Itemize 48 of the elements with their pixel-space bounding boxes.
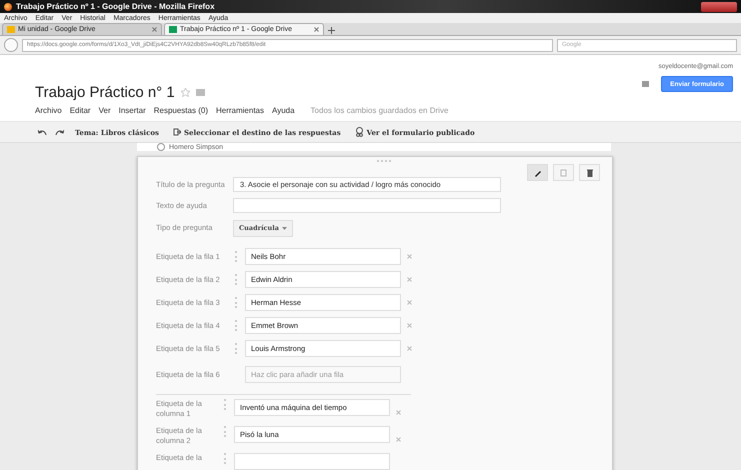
undo-icon[interactable]: [38, 129, 47, 135]
close-icon[interactable]: [314, 27, 319, 32]
drag-handle[interactable]: [224, 426, 228, 437]
drag-handle[interactable]: [235, 343, 239, 354]
drag-handle[interactable]: [235, 297, 239, 308]
export-icon: [172, 128, 181, 136]
menu-item[interactable]: Insertar: [118, 106, 146, 115]
window-controls[interactable]: [701, 2, 737, 12]
star-icon[interactable]: [180, 88, 190, 97]
trash-icon: [586, 168, 592, 176]
radio-button[interactable]: [157, 143, 165, 151]
drag-handle[interactable]: [235, 251, 239, 262]
close-icon[interactable]: [152, 27, 157, 32]
redo-icon[interactable]: [55, 129, 64, 135]
menu-item[interactable]: Herramientas: [216, 106, 264, 115]
drive-icon: [169, 26, 177, 33]
close-icon[interactable]: [407, 346, 412, 351]
drag-handle[interactable]: [224, 399, 228, 410]
menu-item[interactable]: Ayuda: [272, 106, 295, 115]
edit-button[interactable]: [527, 164, 548, 181]
duplicate-button[interactable]: [553, 164, 574, 181]
drag-handle[interactable]: [235, 274, 239, 285]
text-field[interactable]: [233, 198, 501, 213]
back-button[interactable]: [4, 38, 18, 52]
menu-item[interactable]: Ver: [98, 106, 111, 115]
menu-item[interactable]: Respuestas (0): [154, 106, 208, 115]
close-icon[interactable]: [407, 300, 412, 305]
drag-handle[interactable]: [224, 453, 228, 464]
close-icon[interactable]: [407, 323, 412, 328]
new-tab-button[interactable]: [326, 25, 337, 35]
save-status: Todos los cambios guardados en Drive: [310, 106, 448, 115]
copy-icon: [560, 168, 567, 176]
text-field[interactable]: [234, 453, 390, 470]
drag-handle[interactable]: [235, 320, 239, 331]
caret-icon: [282, 226, 287, 230]
preview-icon: [354, 127, 364, 137]
document-title[interactable]: Trabajo Práctico n° 1: [35, 84, 175, 101]
menu-item[interactable]: Archivo: [35, 106, 62, 115]
close-icon[interactable]: [396, 410, 401, 415]
pencil-icon: [534, 168, 542, 176]
close-icon[interactable]: [407, 254, 412, 259]
menu-item[interactable]: Editar: [70, 106, 91, 115]
window-title: Trabajo Práctico nº 1 - Google Drive - Mozilla Firefox: [16, 2, 216, 11]
drive-icon: [7, 26, 15, 33]
close-icon[interactable]: [407, 277, 412, 282]
delete-button[interactable]: [579, 164, 600, 181]
browser-icon: [4, 2, 12, 10]
close-icon[interactable]: [396, 437, 401, 442]
